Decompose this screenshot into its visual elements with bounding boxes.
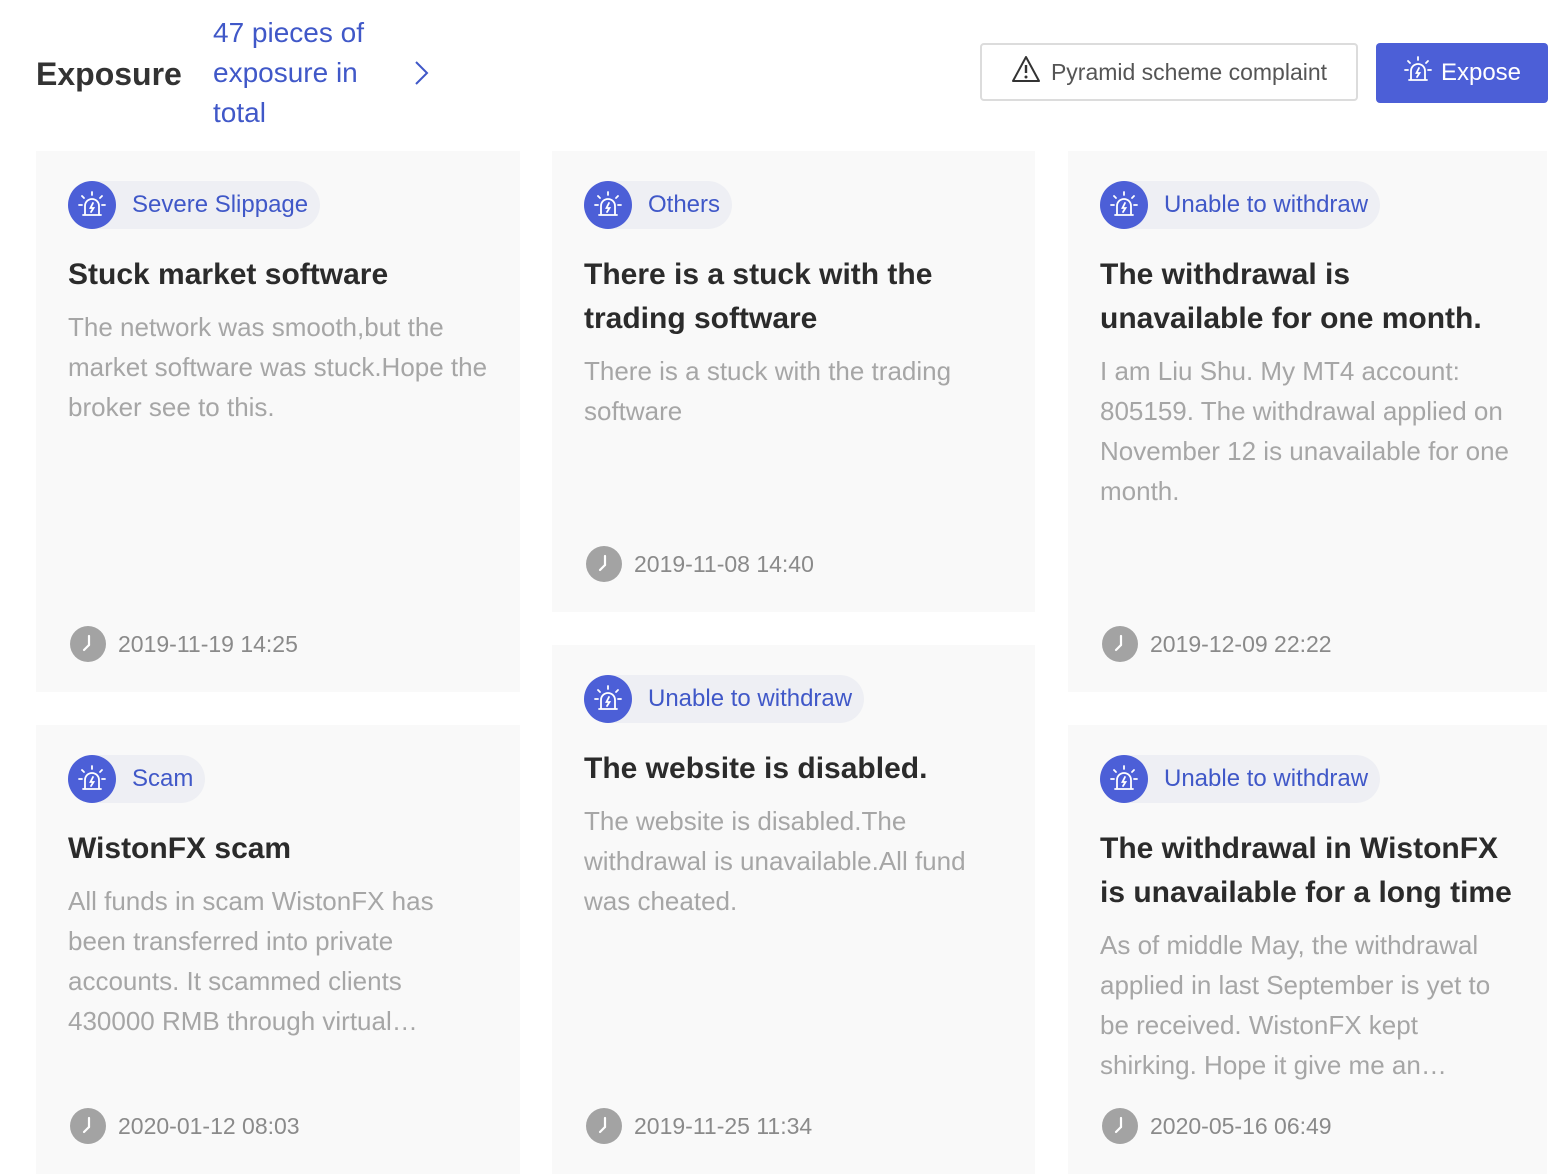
card-timestamp: 2019-11-19 14:25 bbox=[70, 626, 298, 662]
card-title: There is a stuck with the trading softwa… bbox=[584, 258, 933, 335]
alarm-siren-icon bbox=[1100, 181, 1148, 229]
category-tag: Unable to withdraw bbox=[1100, 755, 1381, 803]
exposure-count-link[interactable]: 47 pieces of exposure in total bbox=[213, 13, 393, 133]
exposure-card[interactable]: Unable to withdraw The withdrawal is una… bbox=[1068, 151, 1547, 692]
complaint-button-label: Pyramid scheme complaint bbox=[1050, 58, 1328, 85]
card-description: All funds in scam WistonFX has been tran… bbox=[68, 886, 434, 1036]
clock-icon bbox=[70, 626, 106, 662]
card-title: Stuck market software bbox=[68, 258, 389, 291]
card-description: As of middle May, the withdrawal applied… bbox=[1100, 930, 1491, 1080]
exposure-card[interactable]: Scam WistonFX scam All funds in scam Wis… bbox=[36, 725, 520, 1174]
alarm-siren-icon bbox=[68, 755, 116, 803]
category-tag-label: Unable to withdraw bbox=[648, 685, 853, 712]
expose-button[interactable]: Expose bbox=[1376, 43, 1548, 103]
category-tag-label: Unable to withdraw bbox=[1164, 191, 1369, 218]
card-timestamp: 2019-11-25 11:34 bbox=[586, 1108, 812, 1144]
card-time-text: 2019-11-08 14:40 bbox=[634, 550, 814, 577]
page-title: Exposure bbox=[36, 56, 182, 92]
card-title: WistonFX scam bbox=[68, 832, 292, 865]
card-description: There is a stuck with the trading softwa… bbox=[584, 356, 952, 426]
exposure-page: Exposure 47 pieces of exposure in total … bbox=[0, 0, 1558, 1174]
card-timestamp: 2019-11-08 14:40 bbox=[586, 546, 814, 582]
category-tag: Scam bbox=[68, 755, 206, 803]
exposure-card[interactable]: Severe Slippage Stuck market software Th… bbox=[36, 151, 520, 692]
clock-icon bbox=[586, 1108, 622, 1144]
exposure-card[interactable]: Unable to withdraw The website is disabl… bbox=[552, 645, 1035, 1174]
card-title: The withdrawal in WistonFX is unavailabl… bbox=[1100, 832, 1512, 909]
card-timestamp: 2020-01-12 08:03 bbox=[70, 1108, 300, 1144]
expose-button-label: Expose bbox=[1440, 59, 1522, 86]
card-timestamp: 2019-12-09 22:22 bbox=[1102, 626, 1332, 662]
clock-icon bbox=[1102, 1108, 1138, 1144]
clock-icon bbox=[1102, 626, 1138, 662]
category-tag-label: Unable to withdraw bbox=[1164, 765, 1369, 792]
category-tag-label: Others bbox=[648, 191, 721, 218]
chevron-right-icon[interactable] bbox=[408, 58, 436, 88]
card-time-text: 2020-05-16 06:49 bbox=[1150, 1112, 1332, 1139]
exposure-card[interactable]: Unable to withdraw The withdrawal in Wis… bbox=[1068, 725, 1547, 1174]
alarm-siren-icon bbox=[68, 181, 116, 229]
pyramid-scheme-complaint-button[interactable]: Pyramid scheme complaint bbox=[980, 43, 1358, 101]
card-time-text: 2019-11-19 14:25 bbox=[118, 630, 298, 657]
clock-icon bbox=[70, 1108, 106, 1144]
card-description: The network was smooth,but the market so… bbox=[68, 312, 488, 422]
card-timestamp: 2020-05-16 06:49 bbox=[1102, 1108, 1332, 1144]
alarm-siren-icon bbox=[584, 181, 632, 229]
warning-triangle-icon bbox=[1011, 55, 1041, 89]
card-title: The website is disabled. bbox=[584, 752, 928, 785]
alarm-siren-icon bbox=[1100, 755, 1148, 803]
category-tag: Unable to withdraw bbox=[1100, 181, 1381, 229]
category-tag: Severe Slippage bbox=[68, 181, 321, 229]
card-description: I am Liu Shu. My MT4 account: 805159. Th… bbox=[1100, 356, 1510, 506]
card-time-text: 2019-12-09 22:22 bbox=[1150, 630, 1332, 657]
alarm-siren-icon bbox=[1403, 55, 1433, 92]
alarm-siren-icon bbox=[584, 675, 632, 723]
clock-icon bbox=[586, 546, 622, 582]
card-time-text: 2020-01-12 08:03 bbox=[118, 1112, 300, 1139]
category-tag: Others bbox=[584, 181, 733, 229]
category-tag-label: Severe Slippage bbox=[132, 191, 309, 218]
card-description: The website is disabled.The withdrawal i… bbox=[584, 806, 966, 916]
category-tag-label: Scam bbox=[132, 765, 194, 792]
card-time-text: 2019-11-25 11:34 bbox=[634, 1112, 813, 1139]
exposure-card[interactable]: Others There is a stuck with the trading… bbox=[552, 151, 1035, 612]
card-title: The withdrawal is unavailable for one mo… bbox=[1100, 258, 1482, 335]
category-tag: Unable to withdraw bbox=[584, 675, 865, 723]
